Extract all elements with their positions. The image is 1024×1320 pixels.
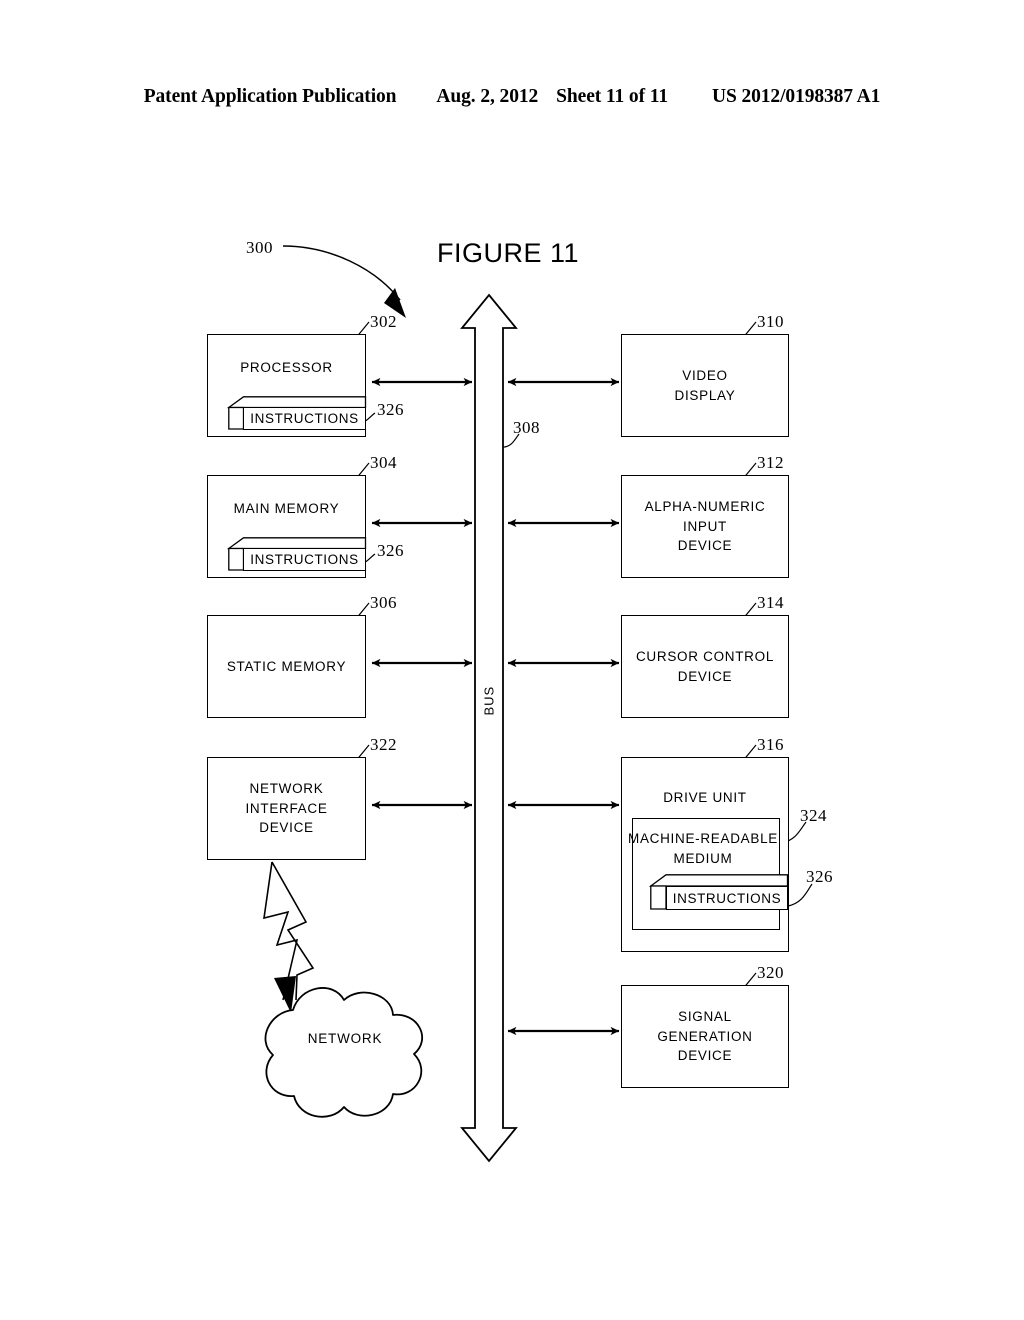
ref-bus-308: 308 [513,418,540,437]
block-video-display[interactable]: VIDEO DISPLAY [621,334,789,437]
ref-main-memory-instructions-326: 326 [377,541,404,560]
ref-drive-unit-instructions-326: 326 [806,867,833,886]
ref-processor-instructions-326: 326 [377,400,404,419]
ref-machine-readable-medium-324: 324 [800,806,827,825]
prism-drive-unit-instructions-label: INSTRUCTIONS [672,890,782,906]
block-alpha-numeric-input-device-label: ALPHA-NUMERIC INPUT DEVICE [644,499,766,554]
patent-header: Patent Application Publication Aug. 2, 2… [0,86,1024,108]
ref-processor-302: 302 [370,312,397,331]
block-main-memory-label: MAIN MEMORY [233,501,340,516]
block-alpha-numeric-input-device[interactable]: ALPHA-NUMERIC INPUT DEVICE [621,475,789,578]
lightning-bolt-icon [263,861,315,1013]
network-cloud-label: NETWORK [307,1031,383,1046]
block-network-interface-device-label: NETWORK INTERFACE DEVICE [245,781,328,836]
diagram-connectors [263,245,813,1163]
prism-main-memory-instructions-label: INSTRUCTIONS [250,552,359,567]
system-leader-arrow [282,245,406,318]
publication-number: US 2012/0198387 A1 [711,86,881,107]
block-static-memory-label: STATIC MEMORY [226,658,347,674]
bus-label: BUS [481,685,497,716]
block-cursor-control-device[interactable]: CURSOR CONTROL DEVICE [621,615,789,718]
prism-face-drive-unit: INSTRUCTIONS [666,886,788,910]
block-processor-label: PROCESSOR [240,360,333,375]
ref-video-display-310: 310 [757,312,784,331]
publication-type: Patent Application Publication [143,86,397,107]
block-machine-readable-medium-label: MACHINE-READABLE MEDIUM [628,831,778,866]
prism-drive-unit-instructions[interactable]: INSTRUCTIONS [648,874,789,910]
ref-signal-generation-320: 320 [757,963,784,982]
prism-main-memory-instructions[interactable]: INSTRUCTIONS [226,537,367,571]
publication-date: Aug. 2, 2012 [436,86,539,107]
prism-face-main-memory: INSTRUCTIONS [243,548,366,571]
prism-face-processor: INSTRUCTIONS [243,407,366,430]
ref-drive-unit-316: 316 [757,735,784,754]
ref-alpha-numeric-312: 312 [757,453,784,472]
block-static-memory[interactable]: STATIC MEMORY [207,615,366,718]
block-video-display-label: VIDEO DISPLAY [674,367,736,403]
block-cursor-control-device-label: CURSOR CONTROL DEVICE [635,648,775,684]
prism-processor-instructions-label: INSTRUCTIONS [250,411,359,426]
ref-network-interface-322: 322 [370,735,397,754]
block-network-interface-device[interactable]: NETWORK INTERFACE DEVICE [207,757,366,860]
block-signal-generation-device-label: SIGNAL GENERATION DEVICE [657,1009,753,1064]
ref-system-300: 300 [246,238,273,257]
ref-static-memory-306: 306 [370,593,397,612]
figure-title: FIGURE 11 [437,238,580,268]
block-drive-unit-label: DRIVE UNIT [663,790,747,805]
ref-main-memory-304: 304 [370,453,397,472]
network-cloud [264,987,424,1118]
block-signal-generation-device[interactable]: SIGNAL GENERATION DEVICE [621,985,789,1088]
prism-processor-instructions[interactable]: INSTRUCTIONS [226,396,367,430]
ref-cursor-control-314: 314 [757,593,784,612]
bus-arrow [460,293,518,1163]
sheet-number: Sheet 11 of 11 [556,86,668,107]
